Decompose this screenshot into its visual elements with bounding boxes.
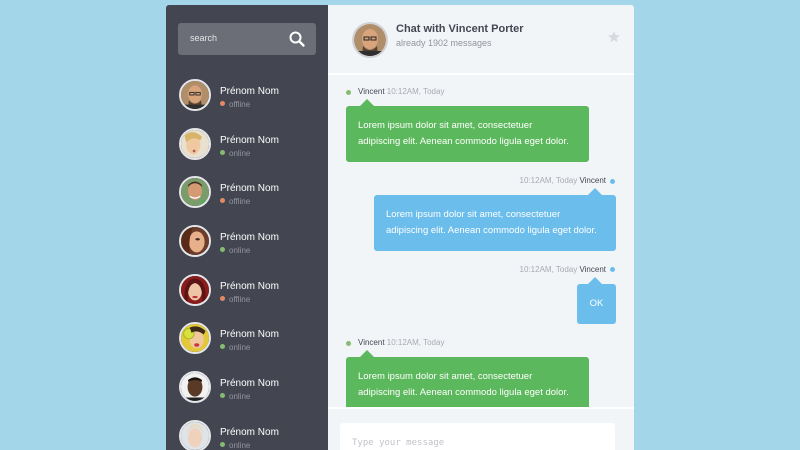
status-dot [220, 393, 225, 399]
status-label: online [229, 246, 251, 256]
message-time: 10:12AM, Today [519, 265, 578, 274]
message-author: Vincent [579, 265, 606, 274]
person-name: Prénom Nom [220, 280, 279, 292]
person-status: online [220, 246, 250, 255]
person-name: Prénom Nom [220, 426, 279, 438]
message-meta: 10:12AM, Today Vincent [520, 176, 606, 185]
status-dot [610, 179, 615, 184]
person-status: online [220, 392, 250, 401]
avatar [179, 322, 211, 355]
status-dot [610, 267, 615, 272]
message-time: 10:12AM, Today [386, 87, 445, 96]
message-bubble: Lorem ipsum dolor sit amet, consectetuer… [346, 350, 589, 407]
person-status: offline [220, 197, 250, 206]
person-item[interactable]: Prénom Nom online [166, 318, 328, 367]
status-label: offline [229, 100, 251, 109]
status-dot [346, 341, 351, 346]
message-input[interactable] [340, 423, 615, 450]
chat-panel: Chat with Vincent Porter already 1902 me… [328, 5, 634, 450]
status-label: online [229, 343, 251, 353]
chat-header: Chat with Vincent Porter already 1902 me… [328, 5, 634, 75]
compose-area [328, 407, 634, 450]
search-input[interactable]: search [190, 33, 217, 43]
status-dot [220, 441, 225, 447]
message-meta: 10:12AM, Today Vincent [520, 265, 606, 274]
star-icon[interactable] [607, 30, 621, 44]
message-author: Vincent [358, 338, 385, 347]
person-status: offline [220, 295, 250, 304]
person-name: Prénom Nom [220, 232, 279, 244]
avatar [179, 225, 211, 258]
person-item[interactable]: Prénom Nom online [166, 124, 328, 173]
message-count: already 1902 messages [396, 38, 492, 48]
message-time: 10:12AM, Today [519, 176, 578, 185]
person-item[interactable]: Prénom Nom offline [166, 172, 328, 221]
chat-app: search Prénom Nom offline Prénom Nom onl… [166, 5, 634, 450]
person-item[interactable]: Prénom Nom online [166, 416, 328, 450]
status-dot [220, 198, 225, 204]
status-dot [220, 295, 225, 301]
search-box[interactable]: search [178, 23, 316, 55]
avatar [179, 176, 211, 209]
status-label: offline [229, 197, 251, 207]
message-bubble: Lorem ipsum dolor sit amet, consectetuer… [374, 188, 616, 251]
person-name: Prénom Nom [220, 329, 279, 341]
person-item[interactable]: Prénom Nom offline [166, 270, 328, 319]
status-dot [220, 344, 225, 350]
avatar [179, 371, 211, 404]
status-dot [220, 101, 225, 106]
people-sidebar: search Prénom Nom offline Prénom Nom onl… [166, 5, 328, 450]
avatar [352, 22, 388, 58]
status-label: offline [229, 294, 251, 304]
status-dot [220, 149, 225, 155]
status-label: online [229, 148, 251, 158]
avatar [179, 419, 211, 450]
avatar [179, 79, 211, 111]
status-dot [346, 90, 351, 95]
people-list: Prénom Nom offline Prénom Nom online Pré… [166, 75, 328, 450]
person-name: Prénom Nom [220, 134, 279, 146]
message-meta: Vincent 10:12AM, Today [358, 87, 444, 96]
avatar [179, 127, 211, 160]
message-author: Vincent [358, 87, 385, 96]
message-time: 10:12AM, Today [386, 338, 445, 347]
person-status: offline [220, 100, 250, 109]
avatar [179, 273, 211, 306]
message-author: Vincent [579, 176, 606, 185]
message-bubble: OK [577, 277, 616, 324]
person-name: Prénom Nom [220, 183, 279, 195]
status-label: online [229, 440, 251, 450]
chat-title: Chat with Vincent Porter [396, 23, 524, 35]
status-dot [220, 247, 225, 253]
person-status: online [220, 441, 250, 450]
person-item[interactable]: Prénom Nom online [166, 221, 328, 270]
person-status: online [220, 343, 250, 352]
person-item[interactable]: Prénom Nom offline [166, 75, 328, 124]
person-status: online [220, 149, 250, 158]
message-bubble: Lorem ipsum dolor sit amet, consectetuer… [346, 99, 589, 162]
person-name: Prénom Nom [220, 378, 279, 390]
status-label: online [229, 392, 251, 402]
message-meta: Vincent 10:12AM, Today [358, 338, 444, 347]
search-icon[interactable] [288, 30, 306, 48]
person-name: Prénom Nom [220, 86, 279, 97]
chat-history: Vincent 10:12AM, Today Lorem ipsum dolor… [328, 77, 634, 407]
person-item[interactable]: Prénom Nom online [166, 367, 328, 416]
